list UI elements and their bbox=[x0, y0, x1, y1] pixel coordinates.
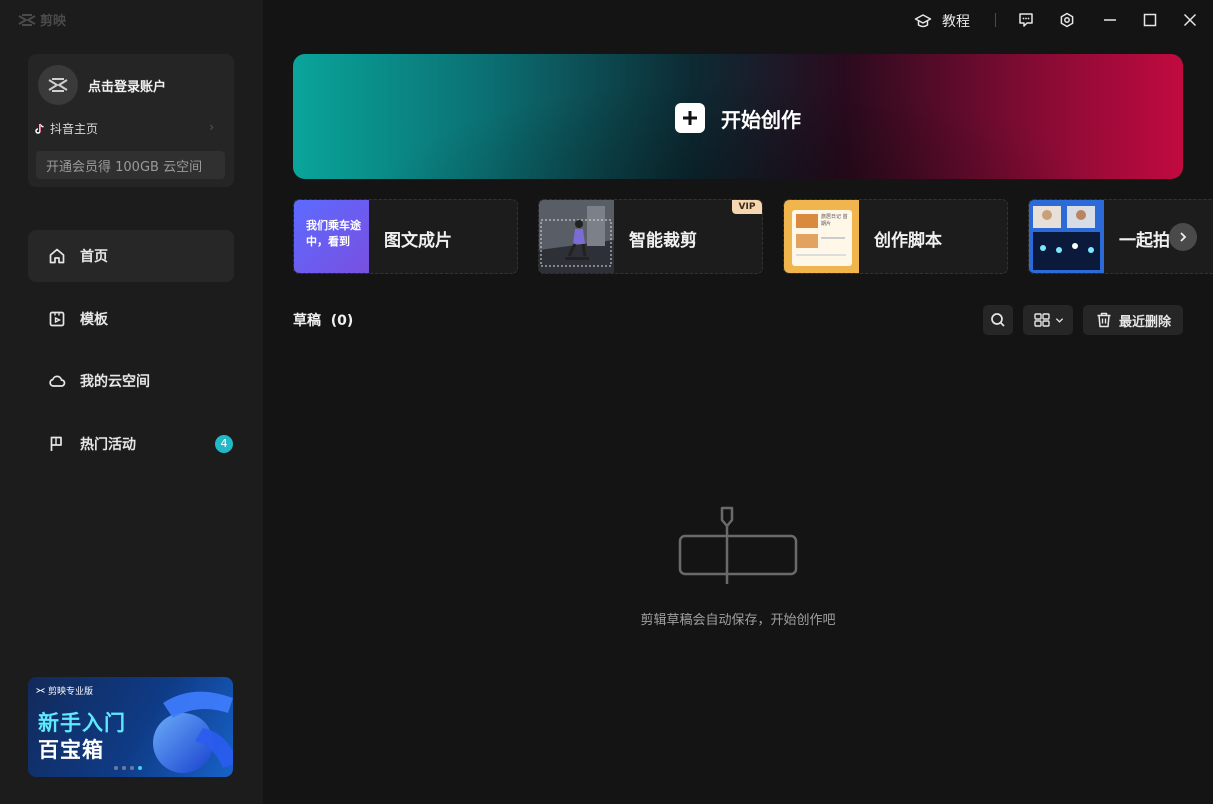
maximize-icon bbox=[1143, 13, 1157, 27]
start-creating-content: 开始创作 bbox=[675, 103, 801, 133]
gear-icon bbox=[1060, 12, 1074, 28]
tool-thumbnail bbox=[539, 200, 614, 273]
script-line bbox=[821, 237, 845, 239]
promo-title-line1: 新手入门 bbox=[38, 711, 126, 735]
script-line bbox=[796, 254, 846, 256]
search-icon bbox=[991, 313, 1005, 327]
sidebar-item-label: 模板 bbox=[80, 311, 108, 328]
chevron-down-icon bbox=[1055, 317, 1063, 323]
feedback-button[interactable] bbox=[1016, 10, 1036, 30]
sidebar-nav: 首页 模板 我的云空间 热门活动 4 bbox=[28, 230, 234, 480]
empty-drafts-message: 剪辑草稿会自动保存，开始创作吧 bbox=[640, 613, 836, 628]
tutorial-label: 教程 bbox=[942, 14, 970, 30]
avatar[interactable] bbox=[38, 65, 78, 105]
tool-label: 智能裁剪 bbox=[629, 231, 697, 251]
empty-drafts-illustration bbox=[678, 506, 798, 584]
carousel-next-button[interactable] bbox=[1169, 223, 1197, 251]
tool-thumbnail: 旅居日记 首期片 bbox=[784, 200, 859, 273]
tool-label: 一起拍 bbox=[1119, 231, 1170, 251]
3d-logo-illustration bbox=[153, 691, 233, 773]
carousel-dot-active[interactable] bbox=[138, 766, 142, 770]
trash-icon bbox=[1097, 312, 1111, 328]
sidebar-item-activities[interactable]: 热门活动 4 bbox=[28, 418, 234, 470]
skateboarder-image bbox=[539, 200, 614, 273]
flag-icon bbox=[50, 436, 62, 451]
chevron-right-icon: › bbox=[209, 120, 214, 134]
notification-badge: 4 bbox=[215, 434, 233, 453]
start-creating-label: 开始创作 bbox=[721, 107, 801, 132]
script-preview-title: 旅居日记 首期片 bbox=[821, 214, 848, 227]
drafts-title: 草稿 (0) bbox=[293, 313, 354, 329]
carousel-dot[interactable] bbox=[114, 766, 118, 770]
title-bar: 教程 bbox=[263, 0, 1213, 40]
carousel-dots[interactable] bbox=[114, 766, 142, 770]
shoot-together-image bbox=[1029, 200, 1104, 273]
view-mode-dropdown[interactable] bbox=[1023, 305, 1073, 335]
tool-label: 图文成片 bbox=[384, 231, 452, 251]
plus-glyph bbox=[683, 111, 697, 125]
tool-card-smart-crop[interactable]: 智能裁剪 VIP bbox=[538, 199, 763, 274]
settings-button[interactable] bbox=[1057, 10, 1077, 30]
script-image-block bbox=[796, 214, 818, 228]
sidebar-item-label: 我的云空间 bbox=[80, 374, 150, 390]
close-button[interactable] bbox=[1180, 10, 1200, 30]
douyin-label: 抖音主页 bbox=[50, 122, 99, 136]
chevron-right-icon bbox=[1180, 232, 1187, 242]
template-icon bbox=[49, 311, 65, 326]
sidebar-item-templates[interactable]: 模板 bbox=[28, 293, 234, 345]
sidebar-item-home[interactable]: 首页 bbox=[28, 230, 234, 282]
recently-deleted-label: 最近删除 bbox=[1118, 314, 1171, 330]
minimize-icon bbox=[1104, 19, 1116, 21]
script-image-block bbox=[796, 234, 818, 248]
recently-deleted-button[interactable]: 最近删除 bbox=[1083, 305, 1183, 335]
tool-card-text-to-video[interactable]: 我们乘车途中，看到 图文成片 bbox=[293, 199, 518, 274]
tool-thumbnail: 我们乘车途中，看到 bbox=[294, 200, 369, 273]
carousel-dot[interactable] bbox=[122, 766, 126, 770]
sidebar-item-cloud[interactable]: 我的云空间 bbox=[28, 355, 234, 407]
promo-tag: 剪映专业版 bbox=[36, 684, 93, 697]
account-card: 点击登录账户 抖音主页 › 开通会员得 100GB 云空间 bbox=[28, 54, 234, 187]
feedback-icon bbox=[1019, 13, 1033, 27]
script-preview: 旅居日记 首期片 bbox=[792, 210, 852, 266]
divider bbox=[995, 13, 996, 27]
carousel-dot[interactable] bbox=[130, 766, 134, 770]
cloud-icon bbox=[49, 375, 66, 387]
beginner-toolbox-banner[interactable]: 剪映专业版 新手入门 百宝箱 bbox=[28, 677, 233, 777]
vip-badge: VIP bbox=[732, 200, 762, 214]
sidebar-item-label: 热门活动 bbox=[80, 436, 136, 453]
tutorial-button[interactable]: 教程 bbox=[914, 11, 970, 31]
vip-promo-button[interactable]: 开通会员得 100GB 云空间 bbox=[36, 151, 225, 179]
close-icon bbox=[1183, 13, 1197, 27]
douyin-icon bbox=[35, 123, 44, 134]
promo-title-line2: 百宝箱 bbox=[38, 738, 104, 762]
start-creating-button[interactable]: 开始创作 bbox=[293, 54, 1183, 179]
sidebar: 剪映 点击登录账户 抖音主页 › 开通会员得 100GB 云空间 首页 模板 我… bbox=[0, 0, 263, 804]
minimize-button[interactable] bbox=[1100, 10, 1120, 30]
login-link[interactable]: 点击登录账户 bbox=[88, 76, 166, 95]
tool-label: 创作脚本 bbox=[874, 231, 942, 251]
graduation-cap-icon bbox=[914, 14, 932, 28]
tool-thumbnail bbox=[1029, 200, 1104, 273]
capcut-logo-icon bbox=[48, 78, 68, 92]
douyin-homepage-link[interactable]: 抖音主页 › bbox=[34, 120, 214, 137]
thumbnail-caption: 我们乘车途中，看到 bbox=[306, 219, 361, 248]
grid-view-icon bbox=[1033, 313, 1050, 327]
capcut-logo-icon bbox=[18, 13, 36, 26]
sidebar-item-label: 首页 bbox=[80, 249, 108, 265]
home-icon bbox=[49, 248, 65, 264]
capcut-logo-icon bbox=[36, 688, 45, 693]
promo-tag-text: 剪映专业版 bbox=[48, 687, 94, 697]
app-logo: 剪映 bbox=[18, 10, 66, 29]
tool-card-script[interactable]: 旅居日记 首期片 创作脚本 bbox=[783, 199, 1008, 274]
app-name: 剪映 bbox=[40, 14, 67, 29]
maximize-button[interactable] bbox=[1140, 10, 1160, 30]
plus-icon bbox=[675, 103, 705, 133]
search-button[interactable] bbox=[983, 305, 1013, 335]
